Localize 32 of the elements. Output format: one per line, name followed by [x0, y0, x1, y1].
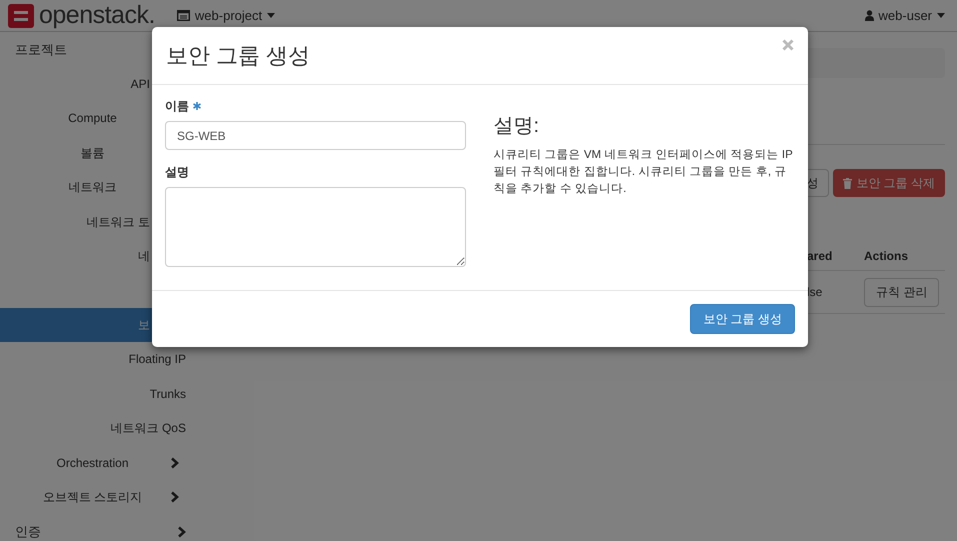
manage-rules-button[interactable]: 규칙 관리	[864, 278, 940, 306]
sidebar-item[interactable]: 네트워크 QoS	[0, 411, 200, 446]
description-textarea[interactable]	[165, 187, 466, 267]
logo-icon	[8, 4, 34, 28]
help-title: 설명:	[494, 114, 540, 139]
delete-button[interactable]: 보안 그룹 삭제	[833, 169, 945, 197]
sidebar-item[interactable]: Trunks	[0, 376, 200, 411]
logo-text: openstack.	[39, 3, 155, 28]
close-icon	[782, 39, 794, 51]
column-header: Actions	[864, 248, 908, 264]
field-label: 설명	[165, 164, 189, 181]
project-dropdown[interactable]: web-project	[176, 6, 276, 26]
trash-icon	[843, 178, 852, 188]
chevron-icon	[177, 526, 186, 538]
user-icon	[864, 10, 874, 21]
chevron-icon	[170, 491, 179, 504]
sidebar-group[interactable]: Orchestration	[0, 446, 200, 480]
sidebar-group[interactable]: 오브젝트 스토리지	[0, 480, 200, 514]
user-menu[interactable]: web-user	[864, 6, 949, 26]
close-button[interactable]	[782, 39, 794, 51]
window-icon	[176, 10, 190, 21]
caret-icon	[267, 13, 276, 18]
table-cell-text: lse	[807, 284, 824, 301]
field-label: 이름	[165, 98, 189, 115]
name-input[interactable]: SG-WEB	[165, 121, 466, 150]
submit-button[interactable]: 보안 그룹 생성	[690, 304, 795, 334]
column-header: ared	[807, 248, 834, 264]
sidebar-section[interactable]: 인증	[0, 514, 200, 541]
chevron-icon	[170, 456, 179, 469]
dialog-title: 보안 그룹 생성	[166, 42, 310, 70]
help-text: 시큐리티 그룹은 VM 네트워크 인터페이스에 적용되는 IP 필터 규칙에대한 집합니다. 시큐리티 그룹을 만든 후, 규칙을 추가할 수 있습니다.	[494, 148, 794, 197]
caret-icon	[937, 13, 945, 18]
